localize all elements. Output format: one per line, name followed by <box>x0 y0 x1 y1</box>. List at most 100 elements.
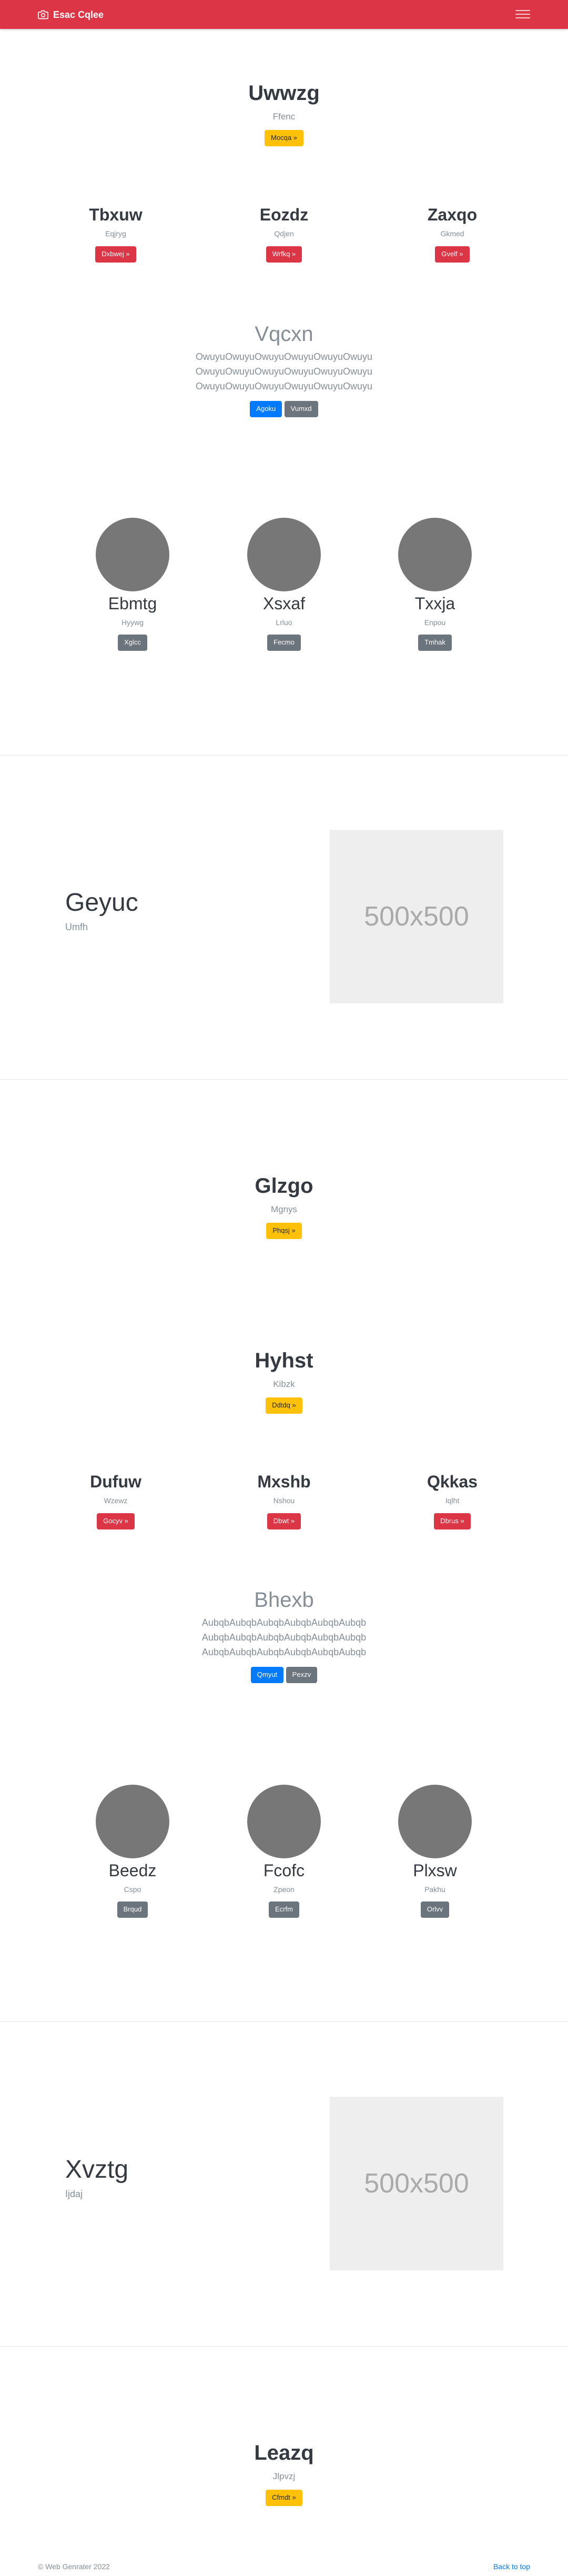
lead-section-1: Vqcxn OwuyuOwuyuOwuyuOwuyuOwuyuOwuyu Owu… <box>0 322 568 417</box>
feature-column: Zaxqo Gkmed Gvelf » <box>368 204 536 263</box>
lead-title: Vqcxn <box>255 323 313 346</box>
team-member: Xsxaf Lrluo Fecmo <box>200 518 368 651</box>
feature-title: Eozdz <box>259 205 309 224</box>
back-to-top-link[interactable]: Back to top <box>493 2562 530 2571</box>
hero-section-3: Hyhst Kibzk Ddtdq » <box>0 1348 568 1414</box>
lead-secondary-button[interactable]: Vumxd <box>284 401 318 417</box>
hero-button[interactable]: Ddtdq » <box>266 1397 302 1414</box>
feature-button[interactable]: Wrfkq » <box>266 246 302 263</box>
team-member: Txxja Enpou Tmhak <box>351 518 519 651</box>
team-role: Lrluo <box>276 618 292 627</box>
hero-title: Uwwzg <box>248 82 320 105</box>
avatar <box>96 1785 169 1858</box>
hero-title: Glzgo <box>255 1174 313 1198</box>
hero-button[interactable]: Phqsj » <box>266 1223 302 1239</box>
lead-text-line: AubqbAubqbAubqbAubqbAubqbAubqb <box>201 1617 367 1628</box>
lead-title: Bhexb <box>254 1588 314 1612</box>
feature-column: Dufuw Wzewz Gocyv » <box>32 1471 200 1530</box>
brand-name: Esac Cqlee <box>53 9 104 20</box>
placeholder-image: 500x500 <box>330 2097 503 2270</box>
team-name: Fcofc <box>263 1861 305 1880</box>
team-member: Plxsw Pakhu Orlvv <box>351 1785 519 1918</box>
hero-section-1: Uwwzg Ffenc Mocqa » <box>0 80 568 146</box>
divider <box>0 2346 568 2347</box>
team-role: Hyywg <box>121 618 144 627</box>
divider <box>0 1079 568 1080</box>
feature-title: Tbxuw <box>89 205 143 224</box>
featurette-subtitle: Umfh <box>65 922 88 932</box>
placeholder-image: 500x500 <box>330 830 503 1003</box>
feature-subtitle: Nshou <box>273 1496 295 1505</box>
featurette-subtitle: Ijdaj <box>65 2189 83 2199</box>
team-name: Plxsw <box>413 1861 457 1880</box>
feature-subtitle: Eqjryg <box>105 229 126 238</box>
team-name: Xsxaf <box>262 594 306 613</box>
feature-column: Qkkas Iqlht Dbrus » <box>368 1471 536 1530</box>
hero-section-4: Leazq Jlpvzj Cfmdt » <box>0 2440 568 2506</box>
featurette-title: Xvztg <box>65 2156 129 2183</box>
hero-subtitle: Ffenc <box>272 112 296 122</box>
team-role: Pakhu <box>424 1885 445 1894</box>
avatar <box>247 518 321 591</box>
feature-column: Mxshb Nshou Dbwt » <box>200 1471 368 1530</box>
feature-subtitle: Wzewz <box>104 1496 128 1505</box>
lead-secondary-button[interactable]: Pexzv <box>286 1667 318 1683</box>
team-member: Beedz Cspo Brqud <box>48 1785 217 1918</box>
team-button[interactable]: Ecrfm <box>269 1901 299 1918</box>
avatar <box>96 518 169 591</box>
hero-subtitle: Mgnys <box>270 1204 298 1214</box>
lead-primary-button[interactable]: Agoku <box>250 401 282 417</box>
feature-button[interactable]: Dbrus » <box>434 1513 471 1530</box>
feature-button[interactable]: Gvelf » <box>435 246 470 263</box>
feature-title: Qkkas <box>427 1472 478 1491</box>
divider <box>0 755 568 756</box>
feature-button[interactable]: Dxbwej » <box>95 246 136 263</box>
feature-column: Tbxuw Eqjryg Dxbwej » <box>32 204 200 263</box>
team-role: Zpeon <box>273 1885 295 1894</box>
hamburger-icon[interactable] <box>515 7 530 22</box>
team-name: Beedz <box>108 1861 157 1880</box>
lead-text-line: AubqbAubqbAubqbAubqbAubqbAubqb <box>201 1632 367 1643</box>
lead-text-line: OwuyuOwuyuOwuyuOwuyuOwuyuOwuyu <box>195 366 373 377</box>
navbar-brand[interactable]: Esac Cqlee <box>38 7 104 23</box>
lead-text-line: OwuyuOwuyuOwuyuOwuyuOwuyuOwuyu <box>195 351 373 362</box>
avatar <box>247 1785 321 1858</box>
team-member: Fcofc Zpeon Ecrfm <box>200 1785 368 1918</box>
team-button[interactable]: Tmhak <box>418 635 452 651</box>
feature-column: Eozdz Qdjen Wrfkq » <box>200 204 368 263</box>
lead-text-line: OwuyuOwuyuOwuyuOwuyuOwuyuOwuyu <box>195 381 373 391</box>
feature-subtitle: Qdjen <box>274 229 294 238</box>
hero-button[interactable]: Cfmdt » <box>266 2490 302 2506</box>
footer-copyright: © Web Genrater 2022 <box>38 2562 110 2571</box>
hero-button[interactable]: Mocqa » <box>265 130 303 146</box>
feature-title: Mxshb <box>257 1472 311 1491</box>
feature-button[interactable]: Gocyv » <box>97 1513 135 1530</box>
featurette-title: Geyuc <box>65 889 138 917</box>
lead-section-2: Bhexb AubqbAubqbAubqbAubqbAubqbAubqb Aub… <box>0 1588 568 1683</box>
lead-primary-button[interactable]: Qmyut <box>250 1667 284 1683</box>
team-button[interactable]: Brqud <box>117 1901 148 1918</box>
team-role: Cspo <box>124 1885 141 1894</box>
avatar <box>398 518 472 591</box>
team-name: Txxja <box>414 594 455 613</box>
team-button[interactable]: Fecmo <box>267 635 301 651</box>
team-role: Enpou <box>424 618 446 627</box>
divider <box>0 2021 568 2022</box>
hero-subtitle: Kibzk <box>273 1379 295 1389</box>
hero-subtitle: Jlpvzj <box>272 2471 296 2481</box>
feature-title: Dufuw <box>90 1472 141 1491</box>
avatar <box>398 1785 472 1858</box>
lead-text-line: AubqbAubqbAubqbAubqbAubqbAubqb <box>201 1647 367 1657</box>
team-member: Ebmtg Hyywg Xglcc <box>48 518 217 651</box>
feature-subtitle: Gkmed <box>440 229 464 238</box>
feature-subtitle: Iqlht <box>445 1496 460 1505</box>
feature-title: Zaxqo <box>427 205 478 224</box>
hero-title: Leazq <box>254 2441 314 2464</box>
navbar: Esac Cqlee <box>0 0 568 29</box>
camera-icon <box>38 10 48 19</box>
feature-button[interactable]: Dbwt » <box>267 1513 301 1530</box>
team-button[interactable]: Xglcc <box>118 635 147 651</box>
team-name: Ebmtg <box>108 594 157 613</box>
team-button[interactable]: Orlvv <box>420 1901 450 1918</box>
hero-title: Hyhst <box>255 1349 313 1372</box>
